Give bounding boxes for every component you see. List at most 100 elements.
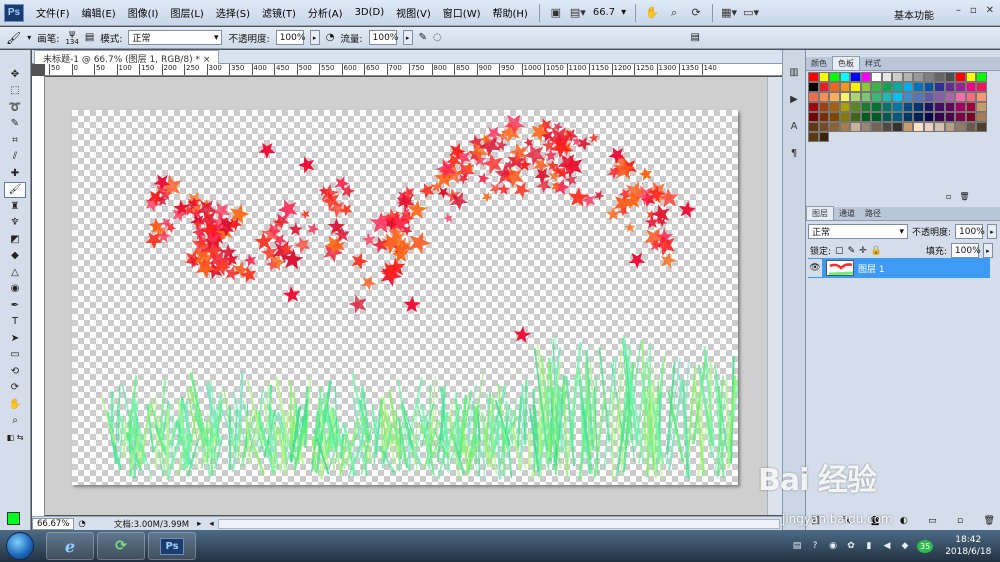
color-swatch[interactable] <box>934 112 945 122</box>
status-info-icon[interactable]: ◔ <box>74 519 89 529</box>
hand-tool-icon[interactable]: ✋ <box>643 5 661 21</box>
color-swatch[interactable] <box>839 92 850 102</box>
color-swatch[interactable] <box>850 72 861 82</box>
status-menu-arrow[interactable]: ▸ <box>193 519 205 529</box>
eye-visibility-icon[interactable]: 👁 <box>808 259 822 277</box>
zoom-tool-icon[interactable]: ⌕ <box>665 5 683 21</box>
color-swatch[interactable] <box>881 92 892 102</box>
color-swatch[interactable] <box>829 122 840 132</box>
color-swatch[interactable] <box>818 72 829 82</box>
quick-select-tool-icon[interactable]: ✎ <box>4 116 26 133</box>
color-swatch[interactable] <box>860 102 871 112</box>
color-swatch[interactable] <box>892 92 903 102</box>
menu-window[interactable]: 窗口(W) <box>437 5 487 20</box>
3d-orbit-tool-icon[interactable]: ⟳ <box>4 380 26 397</box>
tab-styles[interactable]: 样式 <box>860 57 886 70</box>
brush-tool-icon[interactable]: 🖌 <box>4 181 26 198</box>
color-swatch[interactable] <box>808 82 819 92</box>
color-swatch[interactable] <box>829 82 840 92</box>
menu-edit[interactable]: 编辑(E) <box>76 5 122 20</box>
new-group-icon[interactable]: ▭ <box>928 516 937 526</box>
color-swatch[interactable] <box>955 72 966 82</box>
tray-volume-icon[interactable]: ◀ <box>881 540 893 552</box>
tab-color[interactable]: 颜色 <box>806 57 832 70</box>
color-swatch[interactable] <box>892 82 903 92</box>
color-swatch[interactable] <box>944 102 955 112</box>
color-swatch[interactable] <box>955 102 966 112</box>
move-tool-icon[interactable]: ✥ <box>4 66 26 83</box>
layer-opacity-slider-toggle[interactable]: ▸ <box>987 224 998 239</box>
paragraph-panel-icon[interactable]: ¶ <box>786 145 802 161</box>
color-swatch[interactable] <box>871 112 882 122</box>
color-swatch[interactable] <box>965 82 976 92</box>
color-swatch[interactable] <box>913 82 924 92</box>
color-swatch[interactable] <box>944 82 955 92</box>
menu-analysis[interactable]: 分析(A) <box>302 5 349 20</box>
color-swatch[interactable] <box>871 72 882 82</box>
color-swatch[interactable] <box>913 92 924 102</box>
taskbar-ie-icon[interactable]: ℯ <box>46 532 94 560</box>
blend-mode-select[interactable]: 正常 ▾ <box>808 224 908 239</box>
delete-layer-icon[interactable]: 🗑 <box>984 516 995 526</box>
color-swatch[interactable] <box>808 102 819 112</box>
color-swatch[interactable] <box>976 72 987 82</box>
lock-all-icon[interactable]: 🔒 <box>871 246 882 256</box>
menu-filter[interactable]: 滤镜(T) <box>256 5 302 20</box>
color-swatch[interactable] <box>902 102 913 112</box>
color-swatch[interactable] <box>860 92 871 102</box>
minimize-icon[interactable]: – <box>956 5 961 16</box>
screen-mode-icon[interactable]: ▭▾ <box>742 5 760 21</box>
menu-select[interactable]: 选择(S) <box>210 5 256 20</box>
color-swatch[interactable] <box>934 82 945 92</box>
tray-app-icon[interactable]: ◉ <box>827 540 839 552</box>
start-button[interactable] <box>6 532 34 560</box>
brush-panel-toggle-icon[interactable]: ▤ <box>85 32 94 43</box>
rotate-view-icon[interactable]: ⟳ <box>687 5 705 21</box>
color-swatch[interactable] <box>881 72 892 82</box>
color-swatch[interactable] <box>913 112 924 122</box>
menu-view[interactable]: 视图(V) <box>390 5 437 20</box>
color-swatch[interactable] <box>881 122 892 132</box>
arrange-documents-icon[interactable]: ▦▾ <box>720 5 738 21</box>
color-swatch[interactable] <box>850 82 861 92</box>
color-swatch[interactable] <box>913 122 924 132</box>
color-swatch[interactable] <box>934 72 945 82</box>
color-swatch[interactable] <box>976 112 987 122</box>
color-swatch[interactable] <box>860 112 871 122</box>
color-swatch[interactable] <box>902 92 913 102</box>
delete-swatch-icon[interactable]: 🗑 <box>959 192 969 201</box>
pen-tool-icon[interactable]: ✒ <box>4 297 26 314</box>
color-swatch[interactable] <box>871 92 882 102</box>
color-swatch[interactable] <box>902 72 913 82</box>
color-swatch[interactable] <box>944 92 955 102</box>
flow-slider-toggle[interactable]: ▸ <box>402 30 413 45</box>
lock-pixels-icon[interactable]: ✎ <box>848 246 856 256</box>
tray-badge[interactable]: 35 <box>917 539 934 553</box>
color-swatch[interactable] <box>829 72 840 82</box>
panel-menu-icon[interactable]: ▤ <box>691 32 700 43</box>
fill-slider-toggle[interactable]: ▸ <box>982 243 993 258</box>
tray-ime-icon[interactable]: ▤ <box>791 540 803 552</box>
workspace-switcher[interactable]: 基本功能 <box>894 7 934 22</box>
color-swatch[interactable] <box>923 82 934 92</box>
horizontal-scrollbar[interactable] <box>217 518 780 529</box>
color-swatch[interactable] <box>850 122 861 132</box>
menu-3d[interactable]: 3D(D) <box>349 7 391 18</box>
document-tab[interactable]: 未标题-1 @ 66.7% (图层 1, RGB/8) * × <box>34 50 220 65</box>
color-swatch[interactable] <box>955 92 966 102</box>
vertical-scrollbar[interactable] <box>767 77 782 515</box>
color-swatch[interactable] <box>808 72 819 82</box>
color-swatch[interactable] <box>839 102 850 112</box>
tab-swatches[interactable]: 色板 <box>832 56 860 70</box>
color-swatch[interactable] <box>881 112 892 122</box>
dodge-tool-icon[interactable]: ◉ <box>4 281 26 298</box>
color-swatch[interactable] <box>934 92 945 102</box>
color-swatch[interactable] <box>850 102 861 112</box>
color-swatch[interactable] <box>818 82 829 92</box>
color-swatch[interactable] <box>892 112 903 122</box>
menu-help[interactable]: 帮助(H) <box>487 5 534 20</box>
color-swatch[interactable] <box>839 72 850 82</box>
canvas-workspace[interactable] <box>45 77 767 515</box>
eraser-tool-icon[interactable]: ◩ <box>4 231 26 248</box>
ruler-horizontal[interactable]: 50 0 50 100 150 200 250 300 350 400 450 500 550 600 65… <box>45 64 805 76</box>
